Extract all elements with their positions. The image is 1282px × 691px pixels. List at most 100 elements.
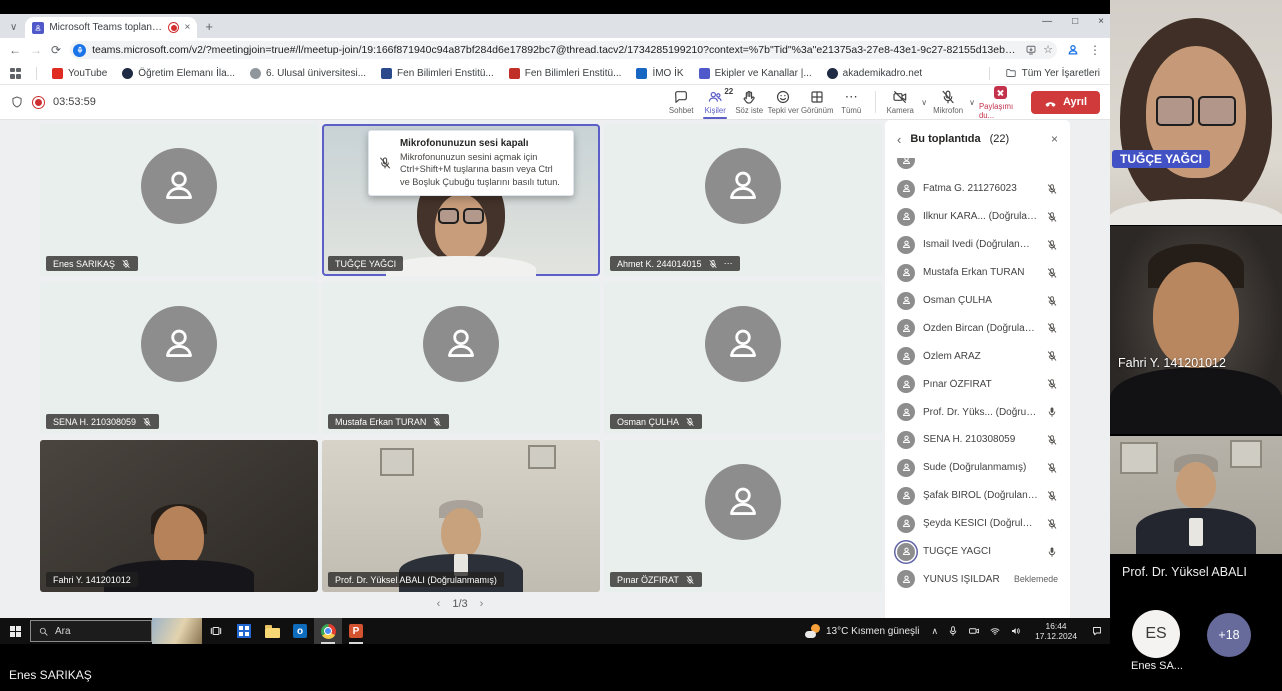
bookmark-akademikadro[interactable]: akademikadro.net [827, 68, 923, 79]
panel-back-chevron-icon[interactable]: ‹ [897, 132, 901, 147]
meeting-toolbar: 03:53:59 Sohbet 22 Kişiler Söz iste Tepk [0, 85, 1110, 120]
recording-indicator-icon [32, 96, 45, 109]
microphone-options-chevron-icon[interactable]: ∨ [965, 98, 979, 107]
nav-react-button[interactable]: Tepki ver [766, 87, 800, 117]
start-button[interactable] [0, 618, 30, 644]
video-tile-sena[interactable]: SENA H. 210308059 [40, 282, 318, 434]
participant-row-tugce[interactable]: TUĞÇE YAĞCI [885, 538, 1070, 566]
profile-avatar-icon[interactable] [1066, 41, 1080, 59]
tray-microphone-icon[interactable] [947, 625, 959, 637]
bookmark-star-icon[interactable]: ☆ [1043, 45, 1053, 56]
nav-raise-hand-button[interactable]: Söz iste [732, 87, 766, 117]
video-tile-ahmet[interactable]: Ahmet K. 244014015 ⋯ [604, 124, 882, 276]
news-widget-thumbnail[interactable] [152, 618, 202, 644]
video-tile-fahri[interactable]: Fahri Y. 141201012 [40, 440, 318, 592]
weather-widget[interactable]: 13°C Kısmen güneşli [799, 618, 926, 644]
nav-more-button[interactable]: ⋯ Tümü [834, 87, 868, 117]
tab-search-chevron-icon[interactable]: ∨ [0, 22, 25, 38]
reload-button[interactable]: ⟳ [51, 44, 61, 56]
bookmark-fen-bilimleri-1[interactable]: Fen Bilimleri Enstitü... [381, 68, 494, 79]
participant-row-pinar[interactable]: Pınar ÖZFIRAT [885, 370, 1070, 398]
file-explorer-button[interactable] [258, 618, 286, 644]
avatar-placeholder-icon [141, 306, 217, 382]
tile-name-pill: TUĞÇE YAĞCI [328, 256, 403, 271]
chrome-icon [321, 624, 336, 639]
apps-grid-icon[interactable] [10, 68, 21, 79]
tile-more-icon[interactable]: ⋯ [724, 259, 733, 268]
window-minimize-button[interactable]: — [1042, 16, 1052, 27]
video-tile-pinar[interactable]: Pınar ÖZFIRAT [604, 440, 882, 592]
url-bar[interactable]: teams.microsoft.com/v2/?meetingjoin=true… [70, 41, 1057, 59]
all-bookmarks-button[interactable]: Tüm Yer İşaretleri [1005, 67, 1100, 79]
participant-row-seyda[interactable]: Şeyda KESİCİ (Doğrulanmamış) [885, 510, 1070, 538]
camera-toggle-button[interactable]: Kamera [883, 87, 917, 117]
participant-row-osman[interactable]: Osman ÇULHA [885, 287, 1070, 315]
hangup-phone-icon [1044, 96, 1057, 109]
tile-name-pill: Fahri Y. 141201012 [46, 572, 138, 587]
panel-close-icon[interactable]: × [1051, 132, 1058, 146]
participant-row-fatma[interactable]: Fatma G. 211276023 [885, 175, 1070, 203]
participant-avatar-icon [897, 431, 915, 449]
previous-page-chevron-icon[interactable]: ‹ [437, 598, 441, 610]
bookmark-ekipler[interactable]: Ekipler ve Kanallar |... [699, 68, 812, 79]
tray-camera-icon[interactable] [968, 625, 980, 637]
chrome-button[interactable] [314, 618, 342, 644]
microphone-toggle-button[interactable]: Mikrofon [931, 87, 965, 117]
leave-button[interactable]: Ayrıl [1031, 91, 1100, 114]
outlook-button[interactable]: o [286, 618, 314, 644]
tray-expand-chevron-icon[interactable]: ∧ [931, 626, 938, 637]
tab-close-icon[interactable]: × [184, 22, 190, 33]
next-page-chevron-icon[interactable]: › [480, 598, 484, 610]
save-share-icon[interactable] [1025, 44, 1037, 56]
participant-row-yunus[interactable]: YUNUS IŞILDAR Beklemede [885, 565, 1070, 593]
browser-menu-icon[interactable]: ⋮ [1089, 43, 1101, 57]
site-microphone-indicator-icon[interactable] [73, 44, 86, 57]
nav-people-button[interactable]: 22 Kişiler [698, 87, 732, 117]
bookmark-imo-ik[interactable]: İMO İK [636, 68, 683, 79]
tray-network-icon[interactable] [989, 625, 1001, 637]
participant-row-sena[interactable]: SENA H. 210308059 [885, 426, 1070, 454]
video-tile-osman[interactable]: Osman ÇULHA [604, 282, 882, 434]
bookmark-youtube[interactable]: YouTube [52, 68, 107, 79]
mic-muted-icon [1046, 322, 1058, 334]
participant-row-ozlem[interactable]: Özlem ARAZ [885, 342, 1070, 370]
bookmark-ogretim-elemani[interactable]: Öğretim Elemanı İla... [122, 68, 235, 79]
webcam-silhouette [1156, 96, 1236, 126]
participant-row-ismail[interactable]: İsmail İvedi (Doğrulanmamış) [885, 231, 1070, 259]
stop-sharing-button[interactable]: Paylaşımı du... [979, 83, 1023, 122]
back-button[interactable]: ← [9, 44, 21, 56]
webcam-silhouette [1189, 518, 1203, 546]
window-close-button[interactable]: × [1098, 16, 1104, 27]
mic-muted-icon [1046, 239, 1058, 251]
nav-view-button[interactable]: Görünüm [800, 87, 834, 117]
camera-options-chevron-icon[interactable]: ∨ [917, 98, 931, 107]
participant-row-ozden[interactable]: Özden Bircan (Doğrulanmamış) [885, 314, 1070, 342]
clock-date: 17.12.2024 [1035, 631, 1077, 642]
participant-row-ilknur[interactable]: İlknur KARA... (Doğrulanmamış) [885, 203, 1070, 231]
video-tile-mustafa[interactable]: Mustafa Erkan TURAN [322, 282, 600, 434]
participant-avatar-icon [897, 487, 915, 505]
webcam-silhouette [1176, 462, 1216, 508]
taskbar-clock[interactable]: 16:44 17.12.2024 [1028, 618, 1084, 644]
mic-muted-icon [432, 417, 442, 427]
window-maximize-button[interactable]: □ [1072, 16, 1078, 27]
taskbar-app-tiles-button[interactable] [230, 618, 258, 644]
video-tile-abali[interactable]: Prof. Dr. Yüksel ABALI (Doğrulanmamış) [322, 440, 600, 592]
new-tab-button[interactable]: + [197, 19, 223, 38]
forward-button[interactable]: → [30, 44, 42, 56]
bookmark-ulusal[interactable]: 6. Ulusal üniversitesi... [250, 68, 366, 79]
nav-chat-button[interactable]: Sohbet [664, 87, 698, 117]
tray-speaker-icon[interactable] [1010, 625, 1022, 637]
powerpoint-button[interactable]: P [342, 618, 370, 644]
video-tile-enes[interactable]: Enes SARIKAŞ [40, 124, 318, 276]
bookmark-fen-bilimleri-2[interactable]: Fen Bilimleri Enstitü... [509, 68, 622, 79]
taskbar-search-box[interactable]: Ara [30, 620, 152, 642]
participant-row-sude[interactable]: Sude (Doğrulanmamış) [885, 454, 1070, 482]
action-center-button[interactable] [1084, 618, 1110, 644]
browser-tab[interactable]: Microsoft Teams toplantısı | × [25, 17, 197, 38]
task-view-button[interactable] [202, 618, 230, 644]
participant-row-mustafa[interactable]: Mustafa Erkan TURAN [885, 259, 1070, 287]
participant-row-abali[interactable]: Prof. Dr. Yüks... (Doğrulanmamış) [885, 398, 1070, 426]
raise-hand-icon [741, 89, 757, 105]
participant-row-safak[interactable]: Şafak BİROL (Doğrulanmamış) [885, 482, 1070, 510]
